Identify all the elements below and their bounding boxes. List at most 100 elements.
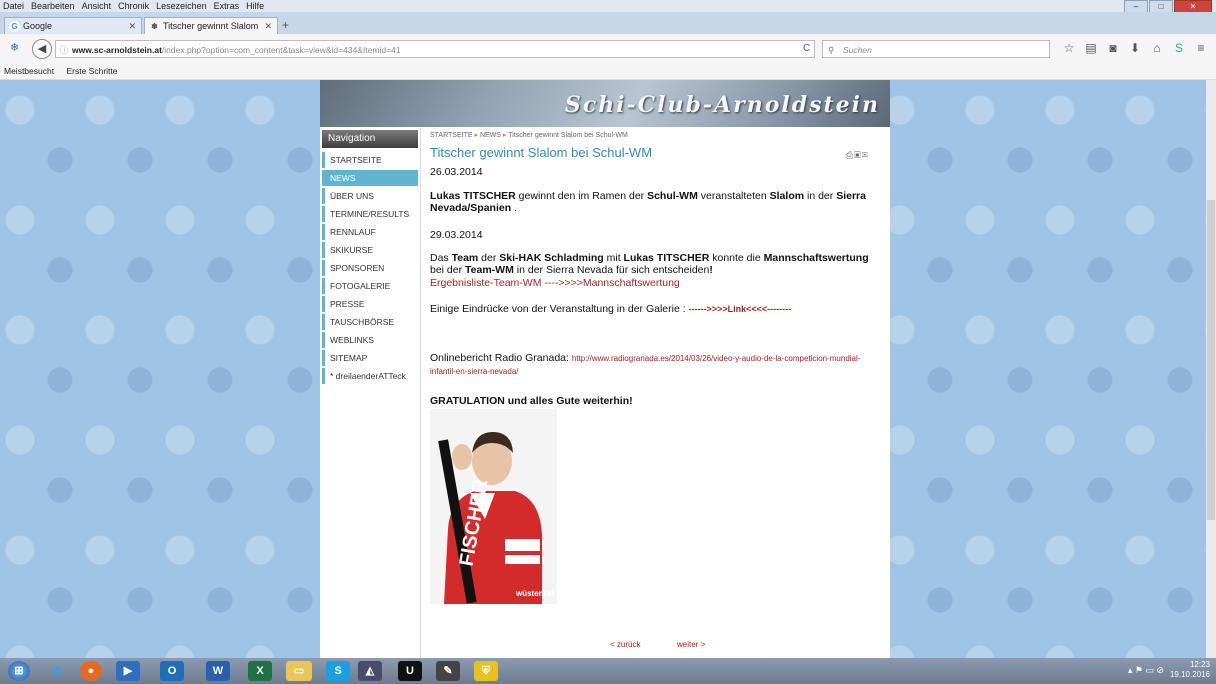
article: STARTSEITE ▸ NEWS ▸ Titscher gewinnt Sla… [430,127,885,658]
menu-datei[interactable]: Datei [3,1,24,11]
nav-item-fotogalerie[interactable]: FOTOGALERIE [322,278,418,294]
nav-item-tauschboerse[interactable]: TAUSCHBÖRSE [322,314,418,330]
back-button[interactable]: ◀ [32,39,52,59]
address-bar[interactable]: ⓘ www.sc-arnoldstein.at/index.php?option… [55,40,815,58]
menu-bar: Datei Bearbeiten Ansicht Chronik Lesezeichen… [0,0,1216,13]
close-tab-icon[interactable]: ✕ [128,18,136,35]
start-button[interactable]: ⊞ [8,661,30,681]
bookmarks-bar: Meistbesucht Erste Schritte [0,64,1216,80]
google-icon: G [9,21,20,32]
bookmark-meistbesucht[interactable]: Meistbesucht [4,66,54,76]
breadcrumb-news[interactable]: NEWS [480,132,501,139]
bookmark-star-icon[interactable]: ☆ [1060,41,1078,55]
menu-ansicht[interactable]: Ansicht [82,1,112,11]
site-title: Schi-Club-Arnoldstein [564,92,880,118]
tab-bar: G Google ✕ ❄ Titscher gewinnt Slalom be.… [0,12,1216,48]
article-actions: ⎙▣✉ [846,149,869,161]
excel-icon[interactable]: X [248,661,272,681]
article-paragraph-1: Lukas TITSCHER gewinnt den im Ramen der … [430,190,866,214]
breadcrumb-arrow-icon: ▸ [474,132,478,139]
reload-icon[interactable]: C [803,40,810,58]
breadcrumb-current: Titscher gewinnt Slalom bei Schul-WM [508,132,628,139]
email-icon[interactable]: ✉ [862,150,869,160]
tab-google[interactable]: G Google ✕ [4,17,142,34]
prev-link[interactable]: < zurück [610,639,640,651]
nav-item-sponsoren[interactable]: SPONSOREN [322,260,418,276]
skype-icon[interactable]: S [1170,41,1188,55]
search-input[interactable]: ⚲ Suchen [822,40,1050,58]
menu-icon[interactable]: ≡ [1192,41,1210,55]
url-host: www.sc-arnoldstein.at [72,45,162,55]
nav-item-startseite[interactable]: STARTSEITE [322,152,418,168]
menu-chronik[interactable]: Chronik [118,1,149,11]
download-icon[interactable]: ⬇ [1126,41,1144,55]
bookmark-erste-schritte[interactable]: Erste Schritte [66,66,117,76]
page-viewport: Schi-Club-Arnoldstein Navigation STARTSE… [0,80,1206,658]
taskbar: ⊞ e ● ▶ O W X ▭ S ◭ U ✎ ⛨ ▴ ⚑ ▭ ⊘ 12:23 … [0,658,1216,684]
menu-lesezeichen[interactable]: Lesezeichen [156,1,207,11]
gallery-paragraph: Einige Eindrücke von der Veranstaltung i… [430,303,792,315]
explorer-icon[interactable]: ▭ [286,661,312,681]
menu-bearbeiten[interactable]: Bearbeiten [31,1,75,11]
bookmarks-list-icon[interactable]: ▤ [1082,41,1100,55]
print-icon[interactable]: ▣ [854,150,862,160]
tab-label: Google [23,21,53,31]
pdf-icon[interactable]: ⎙ [846,150,854,160]
site-banner: Schi-Club-Arnoldstein [320,80,890,127]
skype-taskbar-icon[interactable]: S [326,661,350,681]
nav-item-rennlauf[interactable]: RENNLAUF [322,224,418,240]
security-app-icon[interactable]: ⛨ [474,661,498,681]
nav-item-dreilaender[interactable]: * dreilaenderATTeck [322,368,418,384]
url-path: /index.php?option=com_content&task=view&… [161,45,401,55]
article-date-1: 26.03.2014 [430,166,483,178]
firefox-icon[interactable]: ● [80,661,102,681]
clock-date: 19.10.2016 [1169,670,1210,679]
wuestenrot-label: wüstenrot [515,589,555,598]
result-list-link[interactable]: Ergebnisliste-Team-WM ---->>>>Mannschaft… [430,277,870,289]
scrollbar-thumb[interactable] [1207,200,1215,520]
word-icon[interactable]: W [206,661,230,681]
breadcrumb-startseite[interactable]: STARTSEITE [430,132,473,139]
next-link[interactable]: weiter > [677,639,705,651]
nav-toolbar: ❄ ◀ ⓘ www.sc-arnoldstein.at/index.php?op… [0,34,1216,65]
article-paragraph-2: Das Team der Ski-HAK Schladming mit Luka… [430,252,869,276]
menu-extras[interactable]: Extras [214,1,240,11]
nav-item-termine[interactable]: TERMINE/RESULTS [322,206,418,222]
nav-item-ueber-uns[interactable]: ÜBER UNS [322,188,418,204]
nav-item-news[interactable]: NEWS [322,170,418,186]
breadcrumb: STARTSEITE ▸ NEWS ▸ Titscher gewinnt Sla… [430,130,628,142]
page-scrollbar[interactable] [1206,80,1216,658]
new-tab-icon[interactable]: + [282,17,289,34]
menu-hilfe[interactable]: Hilfe [246,1,264,11]
sidebar: Navigation STARTSEITE NEWS ÜBER UNS TERM… [320,127,421,658]
athlete-illustration: FISCHER wüstenrot [430,409,557,604]
firefox-home-icon[interactable]: ❄ [10,41,19,54]
clock[interactable]: 12:23 19.10.2016 [1170,660,1210,680]
nav-item-sitemap[interactable]: SITEMAP [322,350,418,366]
article-date-2: 29.03.2014 [430,229,483,241]
nav-heading: Navigation [322,130,418,148]
nav-item-weblinks[interactable]: WEBLINKS [322,332,418,348]
article-title: Titscher gewinnt Slalom bei Schul-WM [430,145,653,160]
image-app-icon[interactable]: ◭ [358,661,382,681]
site-container: Schi-Club-Arnoldstein Navigation STARTSE… [320,80,890,658]
close-tab-icon[interactable]: ✕ [264,18,272,35]
u-app-icon[interactable]: U [398,661,422,681]
system-tray-icons[interactable]: ▴ ⚑ ▭ ⊘ [1128,665,1164,676]
pocket-icon[interactable]: ◙ [1104,41,1122,55]
internet-explorer-icon[interactable]: e [42,661,72,681]
media-player-icon[interactable]: ▶ [116,661,140,681]
radio-paragraph: Onlinebericht Radio Granada: http://www.… [430,352,861,376]
tab-titscher[interactable]: ❄ Titscher gewinnt Slalom be... ✕ [144,17,278,48]
toolbar-icons: ☆ ▤ ◙ ⬇ ⌂ S ≡ [1056,41,1210,55]
notes-app-icon[interactable]: ✎ [436,661,460,681]
nav-item-skikurse[interactable]: SKIKURSE [322,242,418,258]
outlook-icon[interactable]: O [160,661,184,681]
congratulations-text: GRATULATION und alles Gute weiterhin! [430,395,633,407]
nav-item-presse[interactable]: PRESSE [322,296,418,312]
gallery-link[interactable]: ------>>>>Link<<<<-------- [689,304,792,314]
snowflake-icon: ❄ [151,22,158,31]
home-icon[interactable]: ⌂ [1148,41,1166,55]
search-icon: ⚲ [828,45,835,55]
info-icon[interactable]: ⓘ [60,41,69,59]
